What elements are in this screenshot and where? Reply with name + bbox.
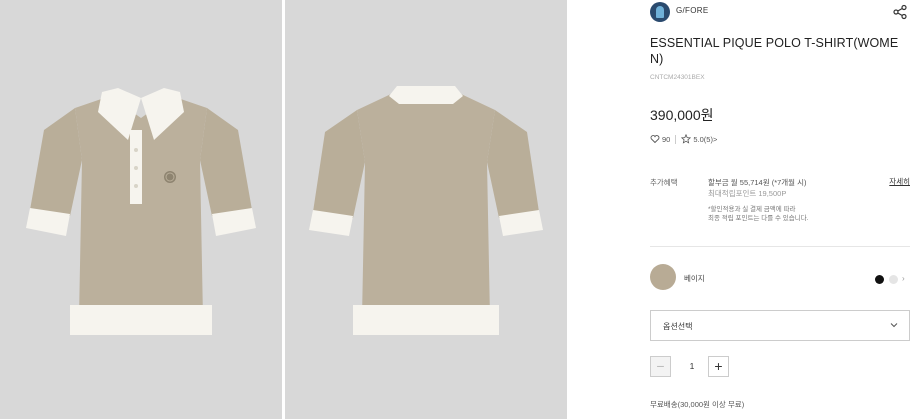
shipping-info: 무료배송(30,000원 이상 무료) bbox=[650, 400, 745, 409]
option-select[interactable]: 옵션선택 bbox=[650, 310, 910, 341]
color-name: 베이지 bbox=[684, 274, 705, 283]
polo-back-illustration bbox=[309, 86, 543, 335]
product-title: ESSENTIAL PIQUE POLO T-SHIRT(WOME N) bbox=[650, 36, 899, 66]
rating-divider bbox=[675, 134, 677, 144]
share-icon[interactable] bbox=[892, 4, 908, 20]
quantity-value[interactable]: 1 bbox=[684, 361, 700, 371]
installment-text: 할부금 월 55,714원 (*7개월 시) bbox=[708, 178, 807, 187]
product-image-front[interactable] bbox=[0, 0, 282, 419]
brand-row: G/FORE bbox=[650, 2, 910, 22]
quantity-stepper: − 1 + bbox=[650, 356, 760, 377]
benefit-note-line: 최종 적립 포인트는 다를 수 있습니다. bbox=[708, 215, 809, 222]
benefit-details: 할부금 월 55,714원 (*7개월 시) 최대적립포인트 19,500P bbox=[708, 177, 807, 199]
color-more-chevron-icon[interactable]: › bbox=[902, 274, 905, 283]
option-select-label: 옵션선택 bbox=[663, 322, 693, 331]
brand-name[interactable]: G/FORE bbox=[676, 6, 708, 15]
max-points-text: 최대적립포인트 19,500P bbox=[708, 189, 787, 198]
polo-front-illustration bbox=[26, 88, 256, 335]
product-image-back[interactable] bbox=[285, 0, 567, 419]
review-score[interactable]: 5.0(5) bbox=[693, 135, 713, 144]
color-dot-light[interactable] bbox=[889, 275, 898, 284]
benefit-notes: *할인적용과 실 결제 금액에 따라 최종 적립 포인트는 다를 수 있습니다. bbox=[708, 205, 809, 223]
quantity-decrease-button[interactable]: − bbox=[650, 356, 671, 377]
product-info-panel: G/FORE ESSENTIAL PIQUE POLO T-SHIRT(WOME… bbox=[640, 0, 916, 419]
product-price: 390,000원 bbox=[650, 107, 714, 123]
rating-row: 90 5.0(5) > bbox=[650, 133, 717, 145]
like-count: 90 bbox=[662, 134, 671, 144]
benefit-detail-link[interactable]: 자세히 bbox=[889, 176, 910, 187]
quantity-increase-button[interactable]: + bbox=[708, 356, 729, 377]
brand-logo[interactable] bbox=[650, 2, 670, 22]
benefit-label: 추가혜택 bbox=[650, 178, 678, 187]
chevron-down-icon bbox=[890, 323, 898, 328]
star-icon bbox=[681, 134, 692, 144]
heart-icon[interactable] bbox=[650, 134, 660, 144]
color-swatch-beige[interactable] bbox=[650, 264, 676, 290]
benefit-note-line: *할인적용과 실 결제 금액에 따라 bbox=[708, 206, 796, 213]
product-code: CNTCM24301BEX bbox=[650, 74, 705, 81]
review-arrow-icon[interactable]: > bbox=[713, 135, 717, 144]
color-dot-black[interactable] bbox=[875, 275, 884, 284]
divider bbox=[650, 246, 910, 247]
